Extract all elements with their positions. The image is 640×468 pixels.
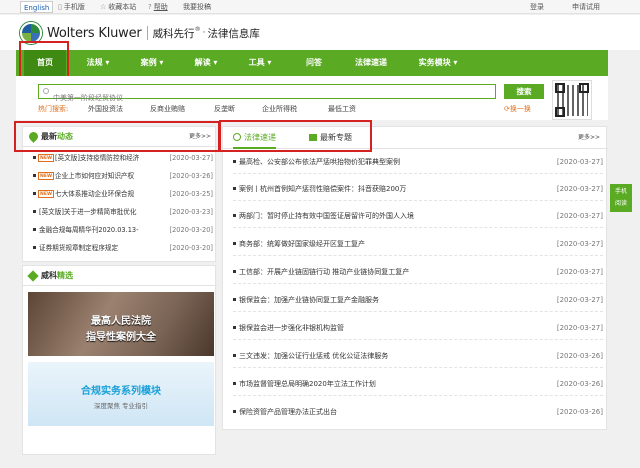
featured-header: 威科精选 [23, 266, 217, 286]
hot-searches: 热门搜索: 外国投资法 反商业贿赂 反垄断 企业所得税 最低工资 [38, 104, 356, 114]
dot-separator: · [202, 28, 206, 38]
highlight-tabs-box [219, 120, 372, 152]
bullet-icon [233, 326, 236, 329]
featured-title: 威科精选 [41, 271, 73, 280]
main-nav: 首页 法规 ▾ 案例 ▾ 解读 ▾ 工具 ▾ 问答 法律速递 实务模块 ▾ [16, 50, 608, 76]
diamond-icon [27, 270, 39, 282]
page: { "topbar": { "lang": "English", "links"… [0, 0, 640, 468]
bullet-icon [233, 270, 236, 273]
new-badge-icon: NEW [38, 172, 55, 180]
refresh-hot-button[interactable]: ⟳换一换 [504, 104, 531, 114]
brand-name: Wolters Kluwer [47, 25, 142, 41]
bookmark-link[interactable]: ☆ 收藏本站 [100, 0, 136, 14]
hot-search-item[interactable]: 企业所得税 [262, 104, 297, 114]
search-input[interactable] [39, 91, 495, 105]
search-area: 搜索 热门搜索: 外国投资法 反商业贿赂 反垄断 企业所得税 最低工资 ⟳换一换 [16, 76, 608, 120]
express-item[interactable]: 市场监督管理总局明确2020年立法工作计划 [2020-03-26] [233, 377, 603, 391]
bullet-icon [233, 242, 236, 245]
bullet-icon [233, 410, 236, 413]
search-button[interactable]: 搜索 [504, 84, 544, 99]
bullet-icon [33, 174, 36, 177]
new-badge-icon: NEW [38, 190, 55, 198]
bullet-icon [33, 210, 36, 213]
legal-express-panel: 法律速递 最新专题 更多>> 最高检、公安部公布依法严惩哄抬物价犯罪典型案例 [2… [222, 126, 608, 430]
submit-article-link[interactable]: 我要投稿 [183, 0, 211, 14]
bullet-icon [33, 192, 36, 195]
phone-icon: ▯ [58, 3, 62, 11]
bullet-icon [33, 228, 36, 231]
nav-cases[interactable]: 案例 ▾ [130, 50, 174, 76]
hot-search-item[interactable]: 最低工资 [328, 104, 356, 114]
top-utility-bar: English ▯ 手机版 ☆ 收藏本站 ? 帮助 我要投稿 登录 申请试用 [0, 0, 640, 14]
nav-tools[interactable]: 工具 ▾ [238, 50, 282, 76]
highlight-latest-news-box [14, 121, 220, 152]
logo-divider [146, 26, 148, 40]
new-badge-icon: NEW [38, 154, 55, 162]
bullet-icon [233, 160, 236, 163]
express-item[interactable]: 商务部：统筹做好国家级经开区复工复产 [2020-03-27] [233, 237, 603, 251]
bullet-icon [233, 298, 236, 301]
nav-interpretation[interactable]: 解读 ▾ [184, 50, 228, 76]
express-item[interactable]: 两部门：暂时停止持有效中国签证居留许可的外国人入境 [2020-03-27] [233, 209, 603, 223]
bullet-icon [233, 382, 236, 385]
hot-search-label: 热门搜索: [38, 105, 69, 113]
hot-search-item[interactable]: 反垄断 [214, 104, 235, 114]
brand-cn: 威科先行 [152, 27, 195, 40]
help-icon: ? [148, 3, 152, 11]
hot-search-item[interactable]: 外国投资法 [88, 104, 123, 114]
qr-code-image [552, 80, 592, 120]
express-item[interactable]: 工信部：开展产业链固链行动 推动产业链协同复工复产 [2020-03-27] [233, 265, 603, 279]
login-link[interactable]: 登录 [530, 0, 544, 14]
nav-qa[interactable]: 问答 [292, 50, 336, 76]
trial-link[interactable]: 申请试用 [572, 0, 600, 14]
search-icon [43, 88, 49, 94]
bullet-icon [33, 246, 36, 249]
featured-panel: 威科精选 最高人民法院 指导性案例大全 合规实务系列模块 深度聚焦 专业指引 [22, 265, 217, 455]
site-header: Wolters Kluwer 威科先行 ® · 法律信息库 [0, 15, 640, 50]
express-item[interactable]: 最高检、公安部公布依法严惩哄抬物价犯罪典型案例 [2020-03-27] [233, 155, 603, 169]
guiding-cases-banner[interactable]: 最高人民法院 指导性案例大全 [28, 292, 214, 356]
hot-search-item[interactable]: 反商业贿赂 [150, 104, 185, 114]
news-item[interactable]: [英文版]关于进一步精简审批优化 [2020-03-23] [33, 206, 213, 218]
compliance-module-banner[interactable]: 合规实务系列模块 深度聚焦 专业指引 [28, 362, 214, 426]
express-item[interactable]: 银保监会：加强产业链协同复工复产金融服务 [2020-03-27] [233, 293, 603, 307]
bullet-icon [233, 187, 236, 190]
nav-practice-modules[interactable]: 实务模块 ▾ [408, 50, 468, 76]
express-item[interactable]: 案例丨杭州首例知产惩罚性赔偿案件：抖音获赔200万 [2020-03-27] [233, 182, 603, 196]
bullet-icon [33, 156, 36, 159]
nav-legal-express[interactable]: 法律速递 [346, 50, 396, 76]
brand-subtitle: 法律信息库 [207, 27, 260, 40]
legal-express-more-link[interactable]: 更多>> [578, 127, 600, 149]
search-box [38, 84, 496, 105]
express-item[interactable]: 银保监会进一步强化非银机构监管 [2020-03-27] [233, 321, 603, 335]
bullet-icon [233, 214, 236, 217]
english-link[interactable]: English [20, 1, 54, 13]
nav-regulations[interactable]: 法规 ▾ [76, 50, 120, 76]
news-item[interactable]: 金融合规每周精华刊2020.03.13- [2020-03-20] [33, 224, 213, 236]
mobile-version-link[interactable]: ▯ 手机版 [58, 0, 85, 14]
bullet-icon [233, 354, 236, 357]
news-item[interactable]: NEW 企业上市如何应对知识产权 [2020-03-26] [33, 170, 213, 182]
help-link[interactable]: ? 帮助 [148, 0, 168, 14]
express-item[interactable]: 保险资管产品管理办法正式出台 [2020-03-26] [233, 405, 603, 419]
news-item[interactable]: NEW [英文版]支持疫情防控和经济 [2020-03-27] [33, 152, 213, 164]
news-item[interactable]: 证券期货规章制定程序规定 [2020-03-20] [33, 242, 213, 254]
news-item[interactable]: NEW 七大体系推动企业环保合规 [2020-03-25] [33, 188, 213, 200]
mobile-reading-button[interactable]: 手机 阅读 [610, 184, 632, 212]
registered-mark: ® [194, 25, 201, 33]
highlight-home-box [19, 41, 69, 78]
star-icon: ☆ [100, 3, 107, 11]
express-item[interactable]: 三文违发：加强公证行业惩戒 优化公证法律服务 [2020-03-26] [233, 349, 603, 363]
